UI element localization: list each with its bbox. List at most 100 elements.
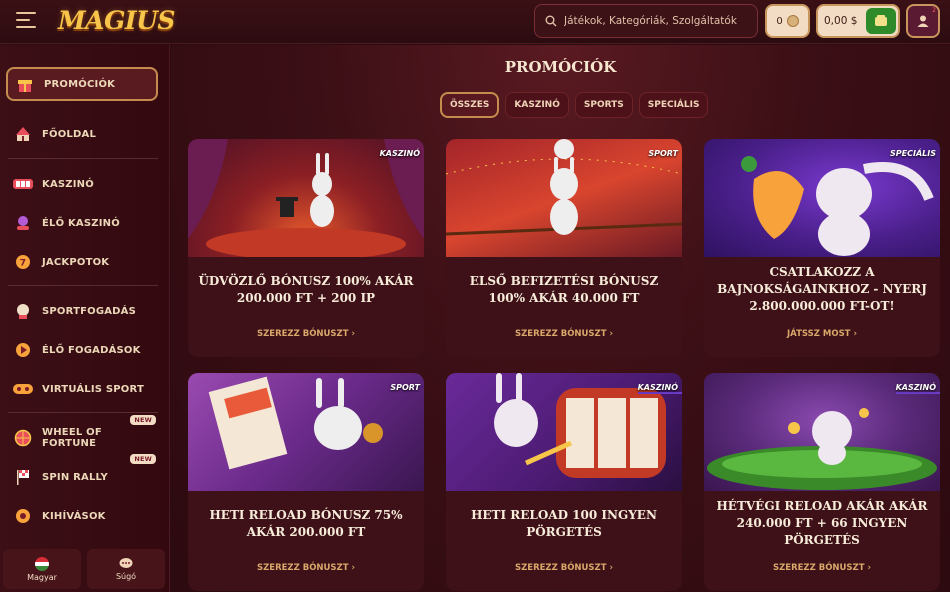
sidebar-item-label: SPORTFOGADÁS	[42, 305, 137, 317]
get-bonus-button[interactable]: SZEREZZ BÓNUSZT ›	[446, 563, 682, 573]
chevron-right-icon: ›	[609, 329, 614, 339]
slot-reels-icon	[12, 173, 34, 195]
promo-tabs: ÖSSZES KASZINÓ SPORTS SPECIÁLIS	[440, 92, 709, 118]
sidebar-divider	[8, 158, 158, 159]
sidebar-item-label: VIRTUÁLIS SPORT	[42, 383, 144, 395]
cta-label: SZEREZZ BÓNUSZT	[256, 329, 349, 339]
user-icon	[917, 15, 929, 27]
get-bonus-button[interactable]: SZEREZZ BÓNUSZT ›	[704, 563, 940, 573]
sidebar-item-elo-fogadasok[interactable]: ÉLŐ FOGADÁSOK	[6, 333, 158, 367]
cta-label: SZEREZZ BÓNUSZT	[514, 563, 607, 573]
promo-card-weekend-reload[interactable]: KASZINÓ HÉTVÉGI RELOAD AKÁR AKÁR 240.000…	[704, 373, 940, 591]
new-badge: NEW	[130, 415, 156, 425]
search-icon	[545, 15, 557, 27]
jackpot-coin-icon: 7	[12, 251, 34, 273]
tab-specialis[interactable]: SPECIÁLIS	[638, 92, 709, 118]
card-title: HETI RELOAD 100 INGYEN PÖRGETÉS	[471, 508, 657, 539]
gamepad-icon	[12, 378, 34, 400]
sidebar-item-label: JACKPOTOK	[42, 256, 110, 268]
sidebar-item-label: WHEEL OF FORTUNE	[42, 427, 102, 449]
search-box[interactable]	[534, 4, 758, 38]
logo[interactable]: MAGIUS	[58, 4, 175, 38]
menu-icon[interactable]	[16, 12, 38, 30]
coin-icon	[786, 15, 799, 27]
tab-kaszino[interactable]: KASZINÓ	[505, 92, 569, 118]
sidebar: PROMÓCIÓK FŐOLDAL KASZINÓ ÉLŐ KASZINÓ 7 …	[0, 45, 170, 592]
sidebar-item-promociok[interactable]: PROMÓCIÓK	[6, 67, 158, 101]
chat-bubble-icon	[119, 558, 133, 568]
sidebar-divider	[8, 412, 158, 413]
sidebar-item-label: FŐOLDAL	[42, 128, 97, 140]
cta-label: SZEREZZ BÓNUSZT	[514, 329, 607, 339]
live-bet-icon	[12, 339, 34, 361]
sidebar-item-spin-rally[interactable]: SPIN RALLY NEW	[6, 454, 158, 494]
sidebar-item-jackpotok[interactable]: 7 JACKPOTOK	[6, 245, 158, 279]
category-tag: SPECIÁLIS	[890, 149, 936, 158]
card-illustration	[446, 139, 682, 257]
sidebar-item-wheel-of-fortune[interactable]: WHEEL OF FORTUNE NEW	[6, 415, 158, 455]
sidebar-item-label: ÉLŐ FOGADÁSOK	[42, 344, 141, 356]
card-title: HÉTVÉGI RELOAD AKÁR AKÁR 240.000 FT + 66…	[716, 499, 928, 547]
balance-value: 0,00 $	[824, 15, 858, 27]
category-tag: KASZINÓ	[895, 383, 940, 394]
top-header: MAGIUS 0 0,00 $ 2	[0, 0, 950, 44]
card-title: ÜDVÖZLŐ BÓNUSZ 100% AKÁR 200.000 FT + 20…	[198, 274, 414, 305]
language-button[interactable]: Magyar	[3, 549, 81, 589]
category-tag: KASZINÓ	[637, 383, 682, 394]
chevron-right-icon: ›	[609, 563, 614, 573]
card-title: ELSŐ BEFIZETÉSI BÓNUSZ 100% AKÁR 40.000 …	[469, 274, 659, 305]
sports-ball-icon	[12, 300, 34, 322]
promo-card-welcome[interactable]: KASZINÓ ÜDVÖZLŐ BÓNUSZ 100% AKÁR 200.000…	[188, 139, 424, 357]
sidebar-item-kaszino[interactable]: KASZINÓ	[6, 167, 158, 201]
sidebar-item-label: ÉLŐ KASZINÓ	[42, 217, 120, 229]
sidebar-item-virtualis-sport[interactable]: VIRTUÁLIS SPORT	[6, 372, 158, 406]
sidebar-item-label: PROMÓCIÓK	[44, 78, 116, 90]
sidebar-item-label: KIHÍVÁSOK	[42, 510, 106, 522]
sidebar-item-fooldal[interactable]: FŐOLDAL	[6, 117, 158, 151]
get-bonus-button[interactable]: SZEREZZ BÓNUSZT ›	[446, 329, 682, 339]
sidebar-item-label: KASZINÓ	[42, 178, 94, 190]
help-label: Súgó	[115, 572, 137, 581]
live-dealer-icon	[12, 212, 34, 234]
checkered-flag-icon	[12, 466, 34, 488]
promo-card-first-deposit[interactable]: SPORT ELSŐ BEFIZETÉSI BÓNUSZ 100% AKÁR 4…	[446, 139, 682, 357]
card-illustration	[188, 373, 424, 491]
card-title: CSATLAKOZZ A BAJNOKSÁGAINKHOZ - NYERJ 2.…	[717, 265, 927, 313]
wallet-icon[interactable]	[866, 8, 896, 34]
promo-card-weekly-reload-sport[interactable]: SPORT HETI RELOAD BÓNUSZ 75% AKÁR 200.00…	[188, 373, 424, 591]
sidebar-item-kihivasok[interactable]: KIHÍVÁSOK	[6, 499, 158, 533]
get-bonus-button[interactable]: SZEREZZ BÓNUSZT ›	[188, 563, 424, 573]
promo-card-weekly-free-spins[interactable]: KASZINÓ HETI RELOAD 100 INGYEN PÖRGETÉS …	[446, 373, 682, 591]
card-title: HETI RELOAD BÓNUSZ 75% AKÁR 200.000 FT	[209, 508, 403, 539]
cta-label: SZEREZZ BÓNUSZT	[256, 563, 349, 573]
get-bonus-button[interactable]: SZEREZZ BÓNUSZT ›	[188, 329, 424, 339]
help-button[interactable]: Súgó	[87, 549, 165, 589]
chevron-right-icon: ›	[867, 563, 872, 573]
promo-card-tournaments[interactable]: SPECIÁLIS CSATLAKOZZ A BAJNOKSÁGAINKHOZ …	[704, 139, 940, 357]
tab-sports[interactable]: SPORTS	[574, 92, 633, 118]
circus-tent-icon	[12, 123, 34, 145]
sidebar-divider	[8, 285, 158, 286]
hungary-flag-icon	[35, 556, 49, 571]
chevron-right-icon: ›	[351, 329, 356, 339]
category-tag: SPORT	[648, 149, 678, 158]
sidebar-item-label: SPIN RALLY	[42, 471, 108, 483]
gift-icon	[14, 73, 36, 95]
cta-label: SZEREZZ BÓNUSZT	[772, 563, 865, 573]
chevron-right-icon: ›	[853, 329, 857, 339]
sidebar-item-elo-kaszino[interactable]: ÉLŐ KASZINÓ	[6, 206, 158, 240]
coins-value: 0	[776, 15, 783, 27]
profile-button[interactable]: 2	[906, 4, 940, 38]
wallet-balance[interactable]: 0,00 $	[816, 4, 900, 38]
new-badge: NEW	[130, 454, 156, 464]
search-input[interactable]	[564, 15, 744, 27]
coins-balance[interactable]: 0	[765, 4, 810, 38]
sidebar-item-sportfogadas[interactable]: SPORTFOGADÁS	[6, 294, 158, 328]
challenge-icon	[12, 505, 34, 527]
chevron-right-icon: ›	[351, 563, 356, 573]
wheel-icon	[12, 427, 34, 449]
play-now-button[interactable]: JÁTSSZ MOST ›	[704, 329, 940, 339]
language-label: Magyar	[27, 572, 57, 582]
tab-osszes[interactable]: ÖSSZES	[440, 92, 500, 118]
notification-badge: 2	[932, 7, 936, 14]
